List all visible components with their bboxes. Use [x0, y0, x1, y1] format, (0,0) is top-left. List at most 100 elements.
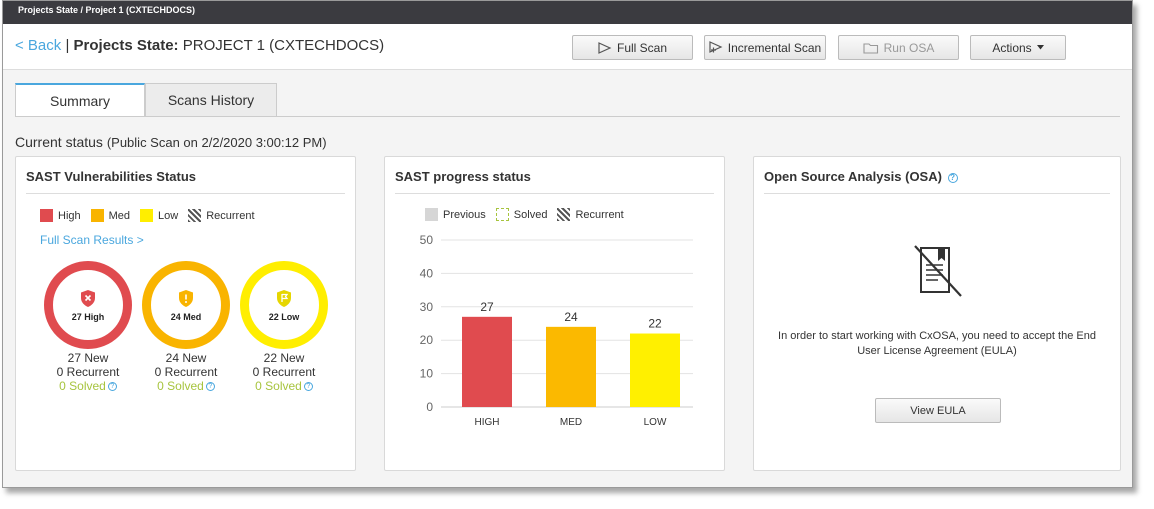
- progress-legend: Previous Solved Recurrent: [425, 208, 634, 221]
- shield-x-icon: [81, 289, 95, 307]
- legend-swatch-low: [140, 209, 154, 222]
- sast-progress-title: SAST progress status: [395, 169, 531, 184]
- med-solved-count: 0 Solved: [157, 379, 204, 393]
- app-window: Projects State / Project 1 (CXTECHDOCS) …: [2, 0, 1133, 488]
- legend-recurrent: Recurrent: [188, 209, 255, 222]
- legend-label-solved: Solved: [513, 208, 548, 221]
- card-divider: [395, 193, 714, 194]
- med-recurrent-count: 0 Recurrent: [154, 365, 218, 379]
- sast-vulnerabilities-title: SAST Vulnerabilities Status: [26, 169, 197, 184]
- legend-label-high: High: [58, 209, 81, 222]
- low-solved-count: 0 Solved: [255, 379, 302, 393]
- y-tick-label: 30: [420, 300, 434, 314]
- full-scan-results-link[interactable]: Full Scan Results >: [40, 233, 144, 247]
- x-tick-label: HIGH: [475, 417, 500, 428]
- bar-value-label: 24: [564, 310, 578, 324]
- help-icon[interactable]: ?: [303, 382, 313, 392]
- low-ring-label: 22 Low: [268, 311, 300, 322]
- y-tick-label: 0: [426, 400, 433, 414]
- high-new-count: 27 New: [67, 351, 109, 365]
- legend-swatch-previous: [425, 208, 438, 221]
- y-tick-label: 10: [420, 367, 434, 381]
- folder-icon: [863, 42, 878, 54]
- legend-label-med: Med: [108, 209, 131, 222]
- tab-summary[interactable]: Summary: [15, 83, 145, 117]
- play-icon: [598, 41, 612, 54]
- incremental-scan-icon: [709, 41, 723, 53]
- legend-label-previous: Previous: [443, 208, 486, 221]
- current-status: Current status (Public Scan on 2/2/2020 …: [15, 134, 327, 150]
- bar-value-label: 27: [480, 300, 494, 314]
- breadcrumb: Projects State / Project 1 (CXTECHDOCS): [3, 1, 1132, 24]
- title-separator: |: [61, 37, 74, 54]
- current-status-label: Current status: [15, 134, 103, 150]
- osa-eula-message: In order to start working with CxOSA, yo…: [778, 330, 1096, 357]
- tab-bar: Summary Scans History: [15, 83, 277, 117]
- med-stats: 24 New 0 Recurrent 0 Solved?: [142, 351, 230, 393]
- osa-title-text: Open Source Analysis (OSA): [764, 169, 942, 184]
- run-osa-button[interactable]: Run OSA: [838, 35, 959, 60]
- sast-vulnerabilities-card: SAST Vulnerabilities Status High Med Low…: [15, 156, 356, 471]
- actions-label: Actions: [992, 40, 1032, 55]
- legend-swatch-recurrent: [557, 208, 571, 221]
- x-tick-label: MED: [560, 417, 582, 428]
- legend-previous: Previous: [425, 208, 486, 221]
- legend-swatch-med: [90, 209, 104, 222]
- tab-divider: [15, 116, 1120, 117]
- help-icon[interactable]: ?: [205, 382, 215, 392]
- med-severity-ring[interactable]: 24 Med: [142, 261, 230, 349]
- legend-med: Med: [90, 209, 131, 222]
- project-name: PROJECT 1 (CXTECHDOCS): [178, 37, 385, 54]
- back-link[interactable]: < Back: [15, 37, 61, 54]
- caret-down-icon: [1036, 45, 1044, 50]
- current-status-detail: (Public Scan on 2/2/2020 3:00:12 PM): [106, 135, 327, 150]
- y-tick-label: 40: [420, 266, 434, 280]
- low-new-count: 22 New: [263, 351, 305, 365]
- med-new-count: 24 New: [165, 351, 207, 365]
- main-content: Summary Scans History Current status (Pu…: [3, 70, 1132, 487]
- bar-med[interactable]: [546, 326, 596, 407]
- high-ring-label: 27 High: [71, 311, 105, 322]
- help-icon[interactable]: ?: [107, 382, 117, 392]
- incremental-scan-button[interactable]: Incremental Scan: [704, 35, 826, 60]
- run-osa-label: Run OSA: [883, 40, 935, 55]
- osa-title: Open Source Analysis (OSA) ?: [764, 169, 958, 184]
- page-header: < Back | Projects State: PROJECT 1 (CXTE…: [3, 24, 1132, 70]
- bar-low[interactable]: [630, 333, 680, 407]
- osa-card: Open Source Analysis (OSA) ? In order to…: [753, 156, 1121, 471]
- legend-swatch-high: [40, 209, 53, 222]
- y-tick-label: 20: [420, 333, 434, 347]
- legend-swatch-solved: [495, 208, 509, 221]
- low-severity-ring[interactable]: 22 Low: [240, 261, 328, 349]
- view-eula-button[interactable]: View EULA: [875, 398, 1001, 423]
- tab-scans-history[interactable]: Scans History: [145, 83, 277, 117]
- severity-legend: High Med Low Recurrent: [40, 209, 265, 222]
- legend-low: Low: [140, 209, 178, 222]
- high-stats: 27 New 0 Recurrent 0 Solved?: [44, 351, 132, 393]
- legend-solved: Solved: [495, 208, 548, 221]
- legend-label-recurrent: Recurrent: [575, 208, 624, 221]
- legend-label-recurrent: Recurrent: [206, 209, 255, 222]
- shield-exclamation-icon: [179, 289, 193, 307]
- card-divider: [26, 193, 345, 194]
- med-ring-label: 24 Med: [170, 311, 202, 322]
- help-icon[interactable]: ?: [947, 172, 958, 183]
- y-tick-label: 50: [420, 233, 434, 247]
- high-solved-count: 0 Solved: [59, 379, 106, 393]
- bar-high[interactable]: [462, 316, 512, 407]
- sast-progress-card: SAST progress status Previous Solved Rec…: [384, 156, 725, 471]
- legend-recurrent: Recurrent: [557, 208, 624, 221]
- low-recurrent-count: 0 Recurrent: [252, 365, 316, 379]
- legend-label-low: Low: [158, 209, 179, 222]
- no-license-document-icon: [914, 245, 962, 297]
- actions-button[interactable]: Actions: [970, 35, 1066, 60]
- full-scan-label: Full Scan: [616, 40, 668, 55]
- legend-high: High: [40, 209, 81, 222]
- high-severity-ring[interactable]: 27 High: [44, 261, 132, 349]
- page-title: < Back | Projects State: PROJECT 1 (CXTE…: [15, 37, 384, 54]
- full-scan-button[interactable]: Full Scan: [572, 35, 693, 60]
- low-stats: 22 New 0 Recurrent 0 Solved?: [240, 351, 328, 393]
- bar-value-label: 22: [648, 317, 662, 331]
- incremental-scan-label: Incremental Scan: [727, 40, 822, 55]
- legend-swatch-recurrent: [188, 209, 202, 222]
